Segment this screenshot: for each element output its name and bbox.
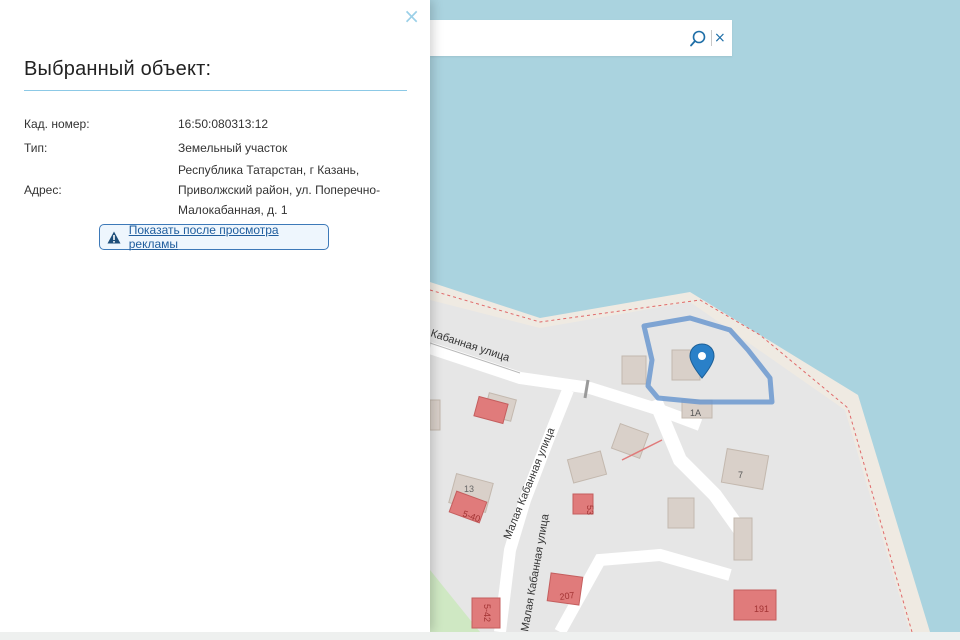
title-divider <box>24 90 407 91</box>
house-number: 13 <box>464 484 474 494</box>
building <box>720 448 770 490</box>
panel-title: Выбранный объект: <box>24 58 212 80</box>
close-icon[interactable]: × <box>403 6 420 26</box>
detail-value: Земельный участок <box>178 141 288 155</box>
object-details: Кад. номер: 16:50:080313:12 Тип: Земельн… <box>24 114 407 224</box>
bottom-bar <box>0 632 960 640</box>
show-after-ad-button[interactable]: Показать после просмотра рекламы <box>99 223 329 251</box>
address-line: Приволжский район, ул. Поперечно- <box>178 183 381 197</box>
house-number: 191 <box>754 604 769 614</box>
object-info-panel: × Выбранный объект: Кад. номер: 16:50:08… <box>0 0 430 632</box>
detail-row-cad-number: Кад. номер: 16:50:080313:12 <box>24 114 407 134</box>
detail-value: 16:50:080313:12 <box>178 117 269 131</box>
house-number: 53 <box>585 505 595 515</box>
detail-label: Кад. номер: <box>24 117 90 131</box>
house-number: 1А <box>690 408 701 418</box>
detail-label: Тип: <box>24 141 48 155</box>
house-number: 207 <box>559 590 575 602</box>
clear-search-icon[interactable]: × <box>714 29 726 47</box>
map-search-box: × <box>430 20 732 56</box>
warning-icon <box>107 231 125 244</box>
building <box>733 517 753 561</box>
detail-row-address: Адрес: Республика Татарстан, г Казань, П… <box>24 160 407 220</box>
building <box>667 497 695 529</box>
search-separator <box>711 30 712 46</box>
house-number: 7 <box>738 470 743 480</box>
address-line: Малокабанная, д. 1 <box>178 203 288 217</box>
detail-value: Республика Татарстан, г Казань, Приволжс… <box>178 160 407 220</box>
magnifier-icon[interactable] <box>689 30 707 48</box>
map-search-input[interactable] <box>436 26 680 52</box>
show-after-ad-label: Показать после просмотра рекламы <box>128 223 279 251</box>
detail-row-type: Тип: Земельный участок <box>24 138 407 158</box>
detail-label: Адрес: <box>24 183 62 197</box>
house-number: 5-42 <box>482 604 492 622</box>
building <box>621 355 647 385</box>
address-line: Республика Татарстан, г Казань, <box>178 163 360 177</box>
building <box>429 399 441 431</box>
